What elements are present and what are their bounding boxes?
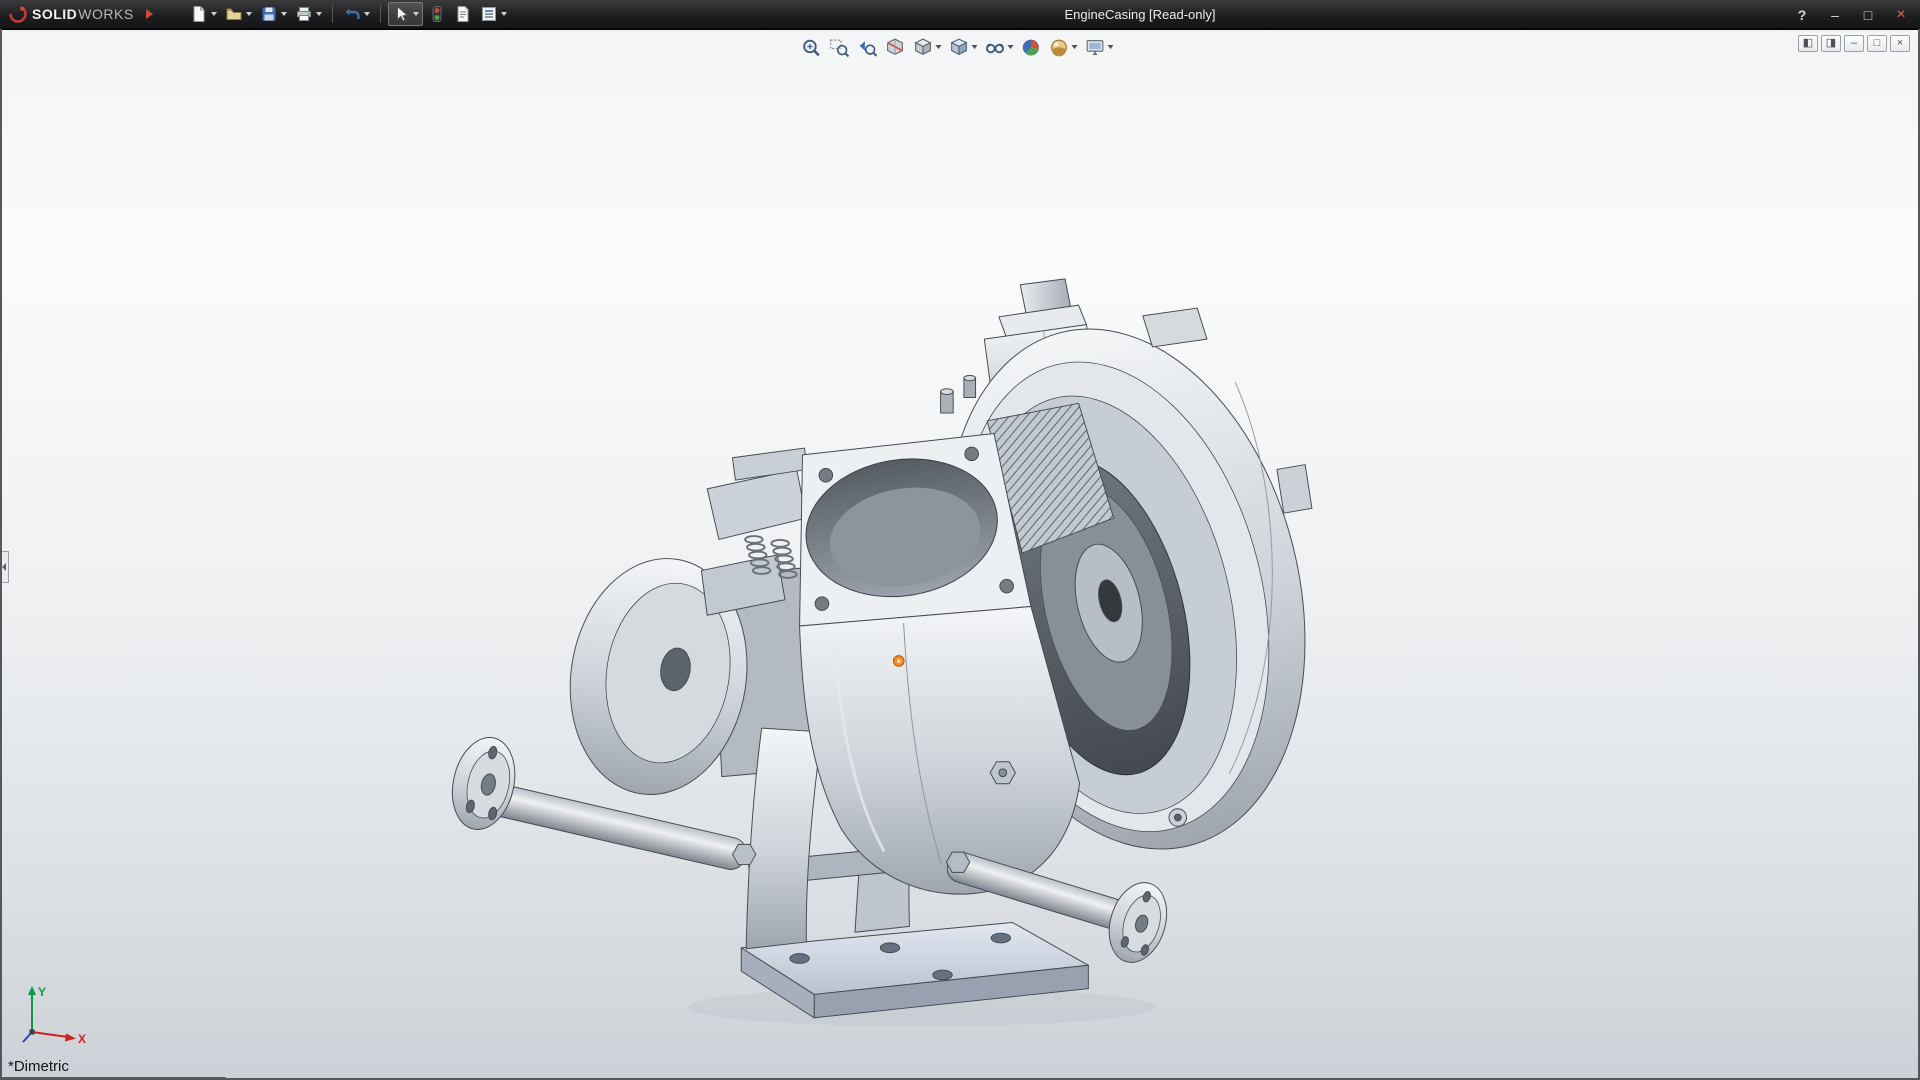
view-orientation-cube-icon xyxy=(913,37,934,58)
zoom-to-fit-button[interactable] xyxy=(799,34,824,60)
dropdown-caret[interactable] xyxy=(501,12,507,16)
titlebar: SOLID WORKS xyxy=(0,0,1920,29)
solidworks-window: SOLID WORKS xyxy=(0,0,1920,1080)
dropdown-caret[interactable] xyxy=(364,12,370,16)
window-controls: ? – □ × xyxy=(1793,0,1910,29)
dropdown-caret[interactable] xyxy=(413,12,419,16)
feature-manager-collapsed-tab[interactable] xyxy=(0,551,9,583)
new-document-icon xyxy=(190,5,208,23)
print-button[interactable] xyxy=(292,2,325,26)
section-view-button[interactable] xyxy=(883,34,908,60)
display-style-button[interactable] xyxy=(947,34,980,60)
previous-view-icon xyxy=(857,37,878,58)
help-button[interactable]: ? xyxy=(1793,7,1811,23)
triad-x-label: X xyxy=(78,1032,86,1046)
expand-panel-arrow-icon xyxy=(2,563,6,571)
view-settings-icon xyxy=(1085,37,1106,58)
doc-restore-button[interactable]: □ xyxy=(1867,35,1887,52)
solidworks-logo-icon xyxy=(8,4,28,24)
toolbar-separator xyxy=(380,5,381,23)
edit-appearance-button[interactable] xyxy=(1019,34,1044,60)
doc-minimize-button[interactable]: – xyxy=(1844,35,1864,52)
open-button[interactable] xyxy=(222,2,255,26)
triad-y-label: Y xyxy=(38,985,46,999)
engine-casing-model[interactable] xyxy=(0,30,1920,1080)
file-properties-icon xyxy=(454,5,472,23)
solidworks-brand: SOLID WORKS xyxy=(0,4,153,24)
toolbar-separator xyxy=(332,5,333,23)
apply-scene-icon xyxy=(1049,37,1070,58)
rebuild-stoplight-icon xyxy=(428,5,446,23)
open-folder-icon xyxy=(225,5,243,23)
rebuild-button[interactable] xyxy=(425,2,449,26)
heads-up-toolbar xyxy=(799,34,1116,60)
graphics-viewport[interactable]: ◧ ◨ – □ × Y X *Dimetric xyxy=(0,30,1920,1080)
pane-right-button[interactable]: ◨ xyxy=(1821,35,1841,52)
undo-icon xyxy=(343,5,361,23)
section-view-icon xyxy=(885,37,906,58)
close-button[interactable]: × xyxy=(1892,6,1910,24)
dropdown-caret[interactable] xyxy=(1008,45,1014,49)
brand-text-bold: SOLID xyxy=(32,6,77,22)
file-properties-button[interactable] xyxy=(451,2,475,26)
options-icon xyxy=(480,5,498,23)
window-title: EngineCasing [Read-only] xyxy=(1064,0,1215,29)
apply-scene-button[interactable] xyxy=(1047,34,1080,60)
zoom-to-area-icon xyxy=(829,37,850,58)
doc-close-button[interactable]: × xyxy=(1890,35,1910,52)
dropdown-caret[interactable] xyxy=(281,12,287,16)
view-orientation-button[interactable] xyxy=(911,34,944,60)
selection-marker xyxy=(893,656,904,667)
save-button[interactable] xyxy=(257,2,290,26)
dropdown-caret[interactable] xyxy=(316,12,322,16)
new-document-button[interactable] xyxy=(187,2,220,26)
save-icon xyxy=(260,5,278,23)
previous-view-button[interactable] xyxy=(855,34,880,60)
view-orientation-label: *Dimetric xyxy=(8,1058,69,1075)
pane-left-button[interactable]: ◧ xyxy=(1798,35,1818,52)
main-toolbar xyxy=(187,2,510,26)
dropdown-caret[interactable] xyxy=(936,45,942,49)
undo-button[interactable] xyxy=(340,2,373,26)
dropdown-caret[interactable] xyxy=(211,12,217,16)
select-button[interactable] xyxy=(388,2,423,26)
zoom-to-area-button[interactable] xyxy=(827,34,852,60)
menu-flyout-arrow[interactable] xyxy=(146,9,153,19)
orientation-triad: Y X xyxy=(16,982,96,1052)
dropdown-caret[interactable] xyxy=(1108,45,1114,49)
options-button[interactable] xyxy=(477,2,510,26)
hide-show-glasses-icon xyxy=(985,37,1006,58)
dropdown-caret[interactable] xyxy=(972,45,978,49)
view-settings-button[interactable] xyxy=(1083,34,1116,60)
display-style-icon xyxy=(949,37,970,58)
document-window-controls: ◧ ◨ – □ × xyxy=(1798,35,1910,52)
brand-text-light: WORKS xyxy=(78,6,133,22)
dropdown-caret[interactable] xyxy=(246,12,252,16)
zoom-to-fit-icon xyxy=(801,37,822,58)
select-cursor-icon xyxy=(392,5,410,23)
hide-show-items-button[interactable] xyxy=(983,34,1016,60)
dropdown-caret[interactable] xyxy=(1072,45,1078,49)
edit-appearance-ball-icon xyxy=(1021,37,1042,58)
maximize-button[interactable]: □ xyxy=(1859,7,1877,23)
minimize-button[interactable]: – xyxy=(1826,7,1844,23)
print-icon xyxy=(295,5,313,23)
